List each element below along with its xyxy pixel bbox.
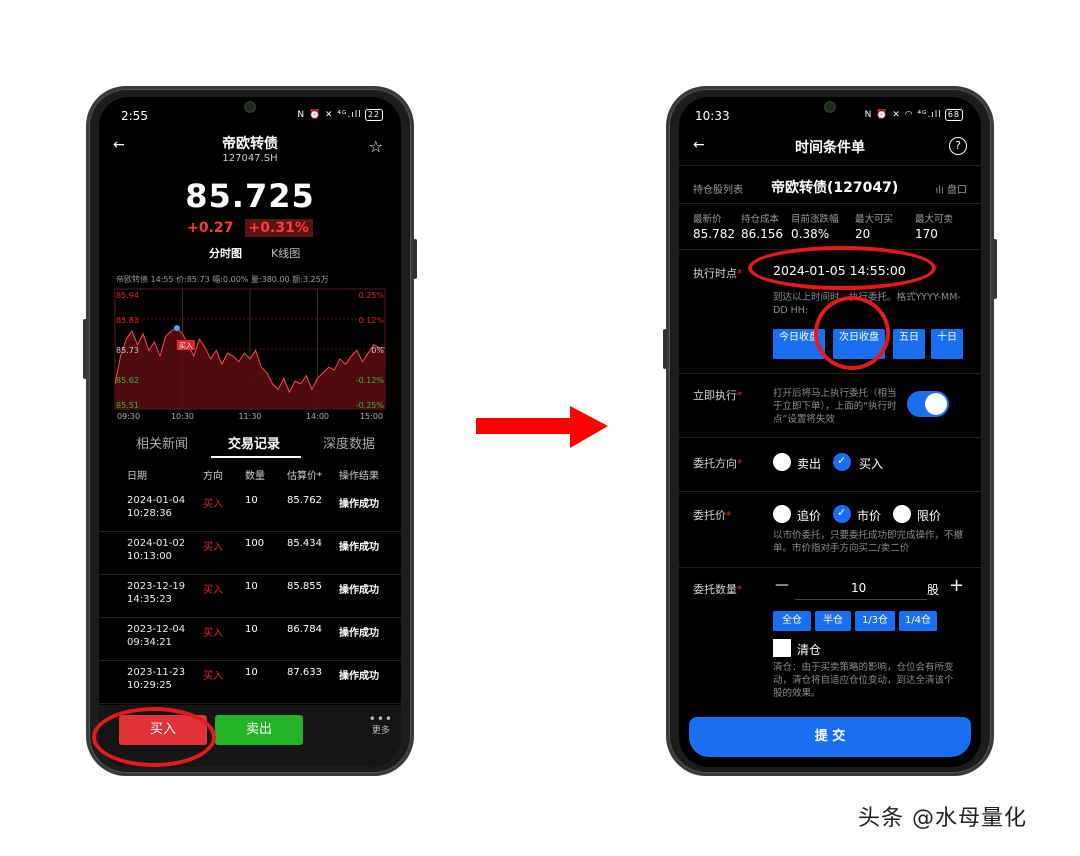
radio-buy[interactable]	[833, 453, 851, 471]
quick-time-button[interactable]: 十日	[931, 329, 963, 359]
table-row: 2024-01-02 10:13:00 买入 100 85.434 操作成功	[99, 532, 401, 575]
sell-button[interactable]: 卖出	[215, 715, 303, 745]
buy-marker-dot	[173, 325, 180, 332]
tab-intraday[interactable]: 分时图	[209, 245, 242, 261]
right-screen: 10:33 N ⏰ ✕ ◠ ⁴ᴳ.ıll 68 ← 时间条件单 ? 持仓股列表 帝…	[679, 97, 981, 767]
quantity-plus-button[interactable]: +	[949, 575, 964, 596]
active-tab-underline	[211, 456, 301, 458]
y-tick-left: 85.62	[116, 376, 139, 385]
clear-label: 清仓	[797, 643, 822, 657]
bond-code: 127047.SH	[222, 153, 278, 164]
radio-chase-price[interactable]	[773, 505, 791, 523]
stat-item: 目前涨跌幅 0.38%	[791, 214, 839, 241]
battery-icon: 22	[364, 109, 383, 121]
left-screen: 2:55 N ⏰ ✕ ⁴ᴳ.ıll 22 ← 帝欧转债 127047.SH ☆ 8…	[99, 97, 401, 767]
left-phone: 2:55 N ⏰ ✕ ⁴ᴳ.ıll 22 ← 帝欧转债 127047.SH ☆ 8…	[83, 86, 417, 776]
tab-trades[interactable]: 交易记录	[228, 433, 280, 452]
x-tick: 11:30	[238, 412, 261, 421]
immediate-toggle[interactable]	[907, 391, 949, 417]
more-dots-icon: •••	[368, 712, 393, 726]
more-button[interactable]: ••• 更多	[368, 712, 393, 736]
submit-button[interactable]: 提 交	[689, 717, 971, 757]
table-row: 2023-12-04 09:34:21 买入 10 86.784 操作成功	[99, 618, 401, 661]
x-tick: 09:30	[117, 412, 140, 421]
bar-chart-icon: ılı	[935, 185, 947, 196]
y-tick-right: 0.25%	[359, 291, 385, 300]
pankou-button[interactable]: ılı 盘口	[935, 181, 967, 196]
status-icons: N ⏰ ✕ ◠ ⁴ᴳ.ıll	[864, 110, 942, 120]
trade-list: 2024-01-04 10:28:36 买入 10 85.762 操作成功 2024-01-…	[99, 489, 401, 709]
right-phone: 10:33 N ⏰ ✕ ◠ ⁴ᴳ.ıll 68 ← 时间条件单 ? 持仓股列表 帝…	[663, 86, 997, 776]
help-icon[interactable]: ?	[949, 137, 967, 155]
stats-row: 最新价 85.782 持仓成本 86.156 目前涨跌幅 0.38% 最大可买 20 最大可卖 1…	[679, 211, 981, 243]
exec-time-label: 执行时点*	[693, 267, 743, 280]
radio-limit-price[interactable]	[893, 505, 911, 523]
clear-note: 清仓：由于买卖策略的影响，仓位会有所变动，清仓将自适应仓位变动，到达全清该个股的…	[773, 662, 954, 699]
watermark: 头条 @水母量化	[858, 806, 1027, 831]
quick-time-button[interactable]: 五日	[893, 329, 925, 359]
tab-kline[interactable]: K线图	[271, 245, 300, 261]
battery-icon: 68	[944, 109, 963, 121]
current-price: 85.725	[185, 177, 315, 215]
bond-name: 帝欧转债(127047)	[771, 180, 899, 196]
status-icons: N ⏰ ✕ ⁴ᴳ.ıll	[297, 110, 362, 120]
bond-title: 帝欧转债	[222, 136, 278, 152]
red-arrow-icon	[476, 406, 608, 448]
star-icon[interactable]: ☆	[369, 137, 383, 156]
y-tick-left: 85.73	[116, 346, 139, 355]
position-button[interactable]: 半仓	[815, 611, 851, 631]
stat-item: 最大可卖 170	[915, 214, 954, 241]
position-button[interactable]: 1/4仓	[899, 611, 937, 631]
quantity-minus-button[interactable]: —	[775, 577, 789, 593]
quantity-label: 委托数量*	[693, 583, 743, 596]
y-tick-left: 85.83	[116, 316, 139, 325]
x-tick: 15:00	[360, 412, 383, 421]
clock: 2:55	[121, 109, 148, 123]
position-button[interactable]: 全仓	[773, 611, 811, 631]
clear-checkbox[interactable]	[773, 639, 791, 657]
annotation-ellipse-time	[748, 246, 936, 290]
immediate-note: 打开后将马上执行委托（相当于立即下单），上面的“执行时点”设置将失效	[773, 388, 897, 425]
immediate-label: 立即执行*	[693, 389, 743, 402]
holdings-link[interactable]: 持仓股列表	[693, 181, 743, 196]
y-tick-left: 85.94	[116, 291, 139, 300]
tab-news[interactable]: 相关新闻	[136, 433, 188, 452]
chart-info-line: 帝欧转债 14:55 价:85.73 幅:0.00% 量:380.00 额:3.…	[116, 275, 329, 284]
y-tick-right: 0%	[371, 346, 384, 355]
tab-depth[interactable]: 深度数据	[323, 433, 375, 452]
annotation-ellipse-next-close	[814, 296, 890, 370]
radio-market-price[interactable]	[833, 505, 851, 523]
quantity-input[interactable]: 10	[851, 581, 866, 595]
buy-marker-label: 买入	[179, 342, 193, 350]
table-header: 日期 方向 数量 估算价* 操作结果	[127, 471, 379, 482]
price-type-label: 委托价*	[693, 509, 732, 522]
stat-item: 最新价 85.782	[693, 214, 735, 241]
change-percent: +0.31%	[244, 219, 313, 237]
radio-sell[interactable]	[773, 453, 791, 471]
clock: 10:33	[695, 109, 730, 123]
y-tick-right: -0.25%	[356, 401, 385, 410]
price-type-note: 以市价委托，只要委托成功即完成操作，不撤单。市价指对手方向买二/卖二价	[773, 530, 964, 554]
position-button[interactable]: 1/3仓	[855, 611, 895, 631]
change-value: +0.27	[187, 220, 234, 236]
x-tick: 10:30	[171, 412, 194, 421]
page-title: 时间条件单	[795, 140, 865, 156]
direction-label: 委托方向*	[693, 457, 743, 470]
table-row: 2024-01-04 10:28:36 买入 10 85.762 操作成功	[99, 489, 401, 532]
table-row: 2023-12-19 14:35:23 买入 10 85.855 操作成功	[99, 575, 401, 618]
annotation-ellipse-buy	[92, 707, 216, 767]
y-tick-right: 0.12%	[359, 316, 385, 325]
stat-item: 最大可买 20	[855, 214, 894, 241]
stat-item: 持仓成本 86.156	[741, 214, 783, 241]
y-tick-left: 85.51	[116, 401, 139, 410]
table-row: 2023-11-23 10:29:25 买入 10 87.633 操作成功	[99, 661, 401, 704]
x-tick: 14:00	[306, 412, 329, 421]
y-tick-right: -0.12%	[356, 376, 385, 385]
intraday-chart: 85.94 85.83 85.73 85.62 85.51 0.25% 0.12% 0% -0.…	[114, 288, 386, 421]
quantity-unit: 股	[927, 583, 940, 597]
